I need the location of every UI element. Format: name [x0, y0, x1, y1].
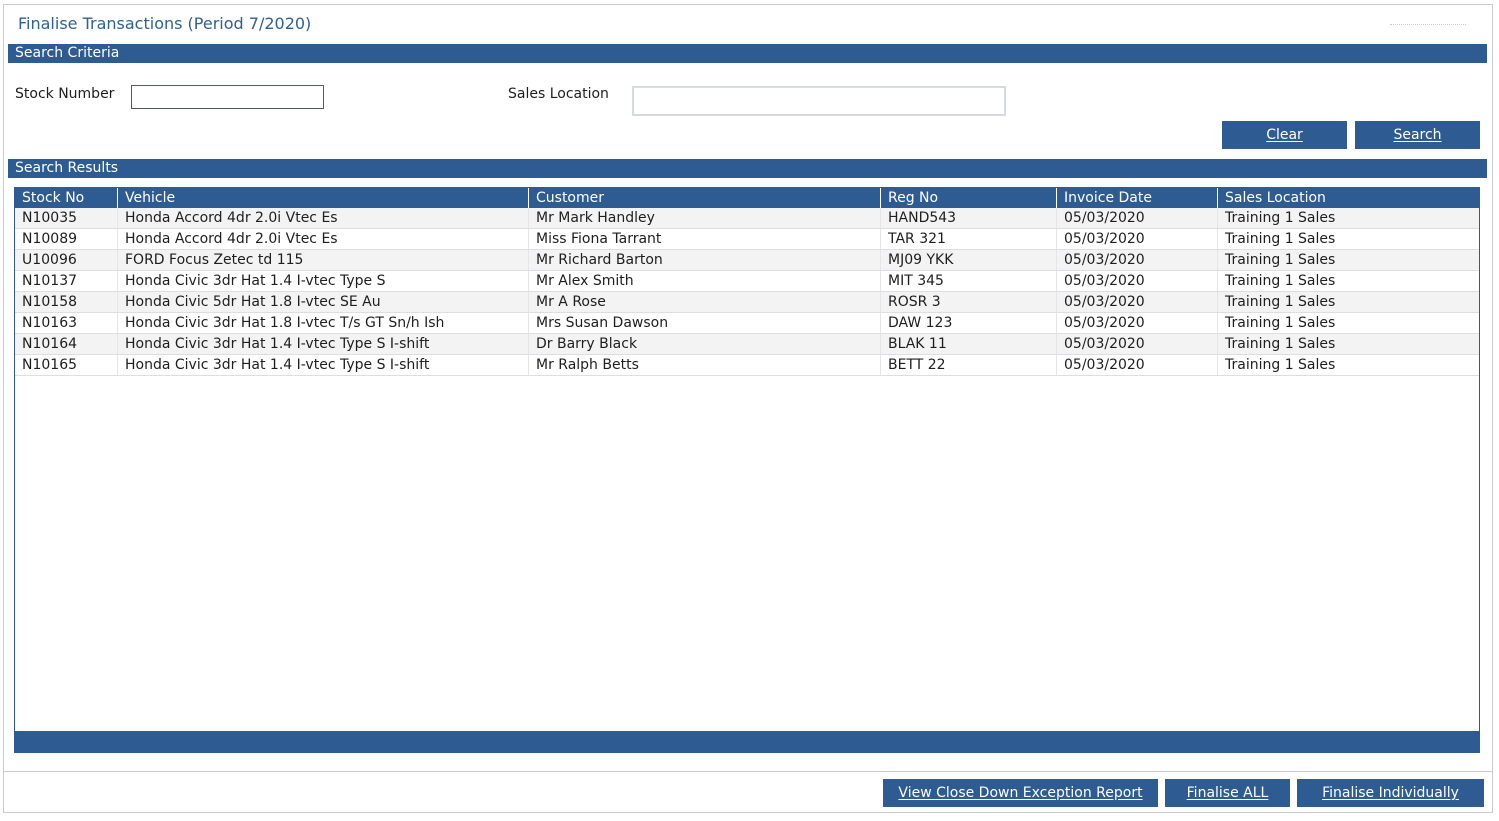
cell-reg-no: MIT 345: [880, 271, 1056, 291]
cell-stock-no: N10089: [22, 231, 78, 247]
table-row[interactable]: N10158 Honda Civic 5dr Hat 1.8 I-vtec SE …: [15, 292, 1479, 313]
cell-stock-no: N10137: [22, 273, 78, 289]
cell-sales-location: Training 1 Sales: [1217, 355, 1479, 375]
table-row[interactable]: N10163 Honda Civic 3dr Hat 1.8 I-vtec T/s…: [15, 313, 1479, 334]
cell-invoice-date: 05/03/2020: [1056, 250, 1217, 270]
page-title: Finalise Transactions (Period 7/2020): [18, 14, 312, 33]
cell-vehicle: Honda Civic 3dr Hat 1.4 I-vtec Type S: [117, 271, 528, 291]
cell-customer: Mr Alex Smith: [528, 271, 880, 291]
cell-stock-no: N10158: [22, 294, 78, 310]
cell-stock-no: N10165: [22, 357, 78, 373]
footer-divider: [4, 771, 1493, 772]
results-grid: Stock No Vehicle Customer Reg No Invoice…: [14, 187, 1480, 753]
cell-invoice-date: 05/03/2020: [1056, 355, 1217, 375]
table-row[interactable]: N10089 Honda Accord 4dr 2.0i Vtec Es Miss …: [15, 229, 1479, 250]
cell-customer: Miss Fiona Tarrant: [528, 229, 880, 249]
table-row[interactable]: N10164 Honda Civic 3dr Hat 1.4 I-vtec Typ…: [15, 334, 1479, 355]
cell-vehicle: Honda Accord 4dr 2.0i Vtec Es: [117, 229, 528, 249]
cell-reg-no: DAW 123: [880, 313, 1056, 333]
view-exception-report-button[interactable]: View Close Down Exception Report: [883, 779, 1158, 807]
stock-number-label: Stock Number: [15, 86, 115, 102]
title-divider: [1390, 24, 1466, 25]
sales-location-label: Sales Location: [508, 86, 609, 102]
column-header-sales-location[interactable]: Sales Location: [1217, 188, 1479, 208]
cell-reg-no: MJ09 YKK: [880, 250, 1056, 270]
finalise-all-button[interactable]: Finalise ALL: [1165, 779, 1290, 807]
column-header-customer[interactable]: Customer: [528, 188, 880, 208]
cell-vehicle: Honda Civic 3dr Hat 1.4 I-vtec Type S I-…: [117, 355, 528, 375]
cell-customer: Mrs Susan Dawson: [528, 313, 880, 333]
search-criteria-header: Search Criteria: [8, 44, 1487, 63]
cell-sales-location: Training 1 Sales: [1217, 292, 1479, 312]
table-row[interactable]: N10137 Honda Civic 3dr Hat 1.4 I-vtec Typ…: [15, 271, 1479, 292]
search-button[interactable]: Search: [1355, 121, 1480, 149]
table-row[interactable]: N10165 Honda Civic 3dr Hat 1.4 I-vtec Typ…: [15, 355, 1479, 376]
cell-customer: Mr Richard Barton: [528, 250, 880, 270]
column-header-reg-no[interactable]: Reg No: [880, 188, 1056, 208]
clear-button[interactable]: Clear: [1222, 121, 1347, 149]
cell-customer: Mr Mark Handley: [528, 208, 880, 228]
cell-vehicle: Honda Accord 4dr 2.0i Vtec Es: [117, 208, 528, 228]
column-header-invoice-date[interactable]: Invoice Date: [1056, 188, 1217, 208]
cell-sales-location: Training 1 Sales: [1217, 229, 1479, 249]
search-results-header: Search Results: [8, 159, 1487, 178]
cell-invoice-date: 05/03/2020: [1056, 292, 1217, 312]
cell-stock-no: N10035: [22, 210, 78, 226]
grid-header: Stock No Vehicle Customer Reg No Invoice…: [15, 188, 1479, 208]
cell-sales-location: Training 1 Sales: [1217, 208, 1479, 228]
finalise-individually-button[interactable]: Finalise Individually: [1297, 779, 1484, 807]
cell-vehicle: Honda Civic 3dr Hat 1.8 I-vtec T/s GT Sn…: [117, 313, 528, 333]
cell-invoice-date: 05/03/2020: [1056, 313, 1217, 333]
cell-reg-no: HAND543: [880, 208, 1056, 228]
table-row[interactable]: U10096 FORD Focus Zetec td 115 Mr Richard …: [15, 250, 1479, 271]
cell-sales-location: Training 1 Sales: [1217, 313, 1479, 333]
cell-invoice-date: 05/03/2020: [1056, 334, 1217, 354]
cell-sales-location: Training 1 Sales: [1217, 334, 1479, 354]
cell-sales-location: Training 1 Sales: [1217, 250, 1479, 270]
cell-invoice-date: 05/03/2020: [1056, 229, 1217, 249]
cell-invoice-date: 05/03/2020: [1056, 208, 1217, 228]
cell-reg-no: ROSR 3: [880, 292, 1056, 312]
cell-stock-no: U10096: [22, 252, 77, 268]
cell-invoice-date: 05/03/2020: [1056, 271, 1217, 291]
cell-stock-no: N10164: [22, 336, 78, 352]
grid-footer-bar: [15, 731, 1479, 752]
cell-reg-no: TAR 321: [880, 229, 1056, 249]
cell-reg-no: BLAK 11: [880, 334, 1056, 354]
sales-location-input[interactable]: [632, 86, 1006, 116]
cell-vehicle: FORD Focus Zetec td 115: [117, 250, 528, 270]
cell-vehicle: Honda Civic 3dr Hat 1.4 I-vtec Type S I-…: [117, 334, 528, 354]
stock-number-input[interactable]: [131, 85, 324, 109]
cell-customer: Mr A Rose: [528, 292, 880, 312]
cell-stock-no: N10163: [22, 315, 78, 331]
column-header-vehicle[interactable]: Vehicle: [117, 188, 528, 208]
cell-customer: Mr Ralph Betts: [528, 355, 880, 375]
cell-reg-no: BETT 22: [880, 355, 1056, 375]
cell-vehicle: Honda Civic 5dr Hat 1.8 I-vtec SE Au: [117, 292, 528, 312]
column-header-stock-no[interactable]: Stock No: [15, 188, 117, 208]
cell-sales-location: Training 1 Sales: [1217, 271, 1479, 291]
cell-customer: Dr Barry Black: [528, 334, 880, 354]
table-row[interactable]: N10035 Honda Accord 4dr 2.0i Vtec Es Mr Ma…: [15, 208, 1479, 229]
